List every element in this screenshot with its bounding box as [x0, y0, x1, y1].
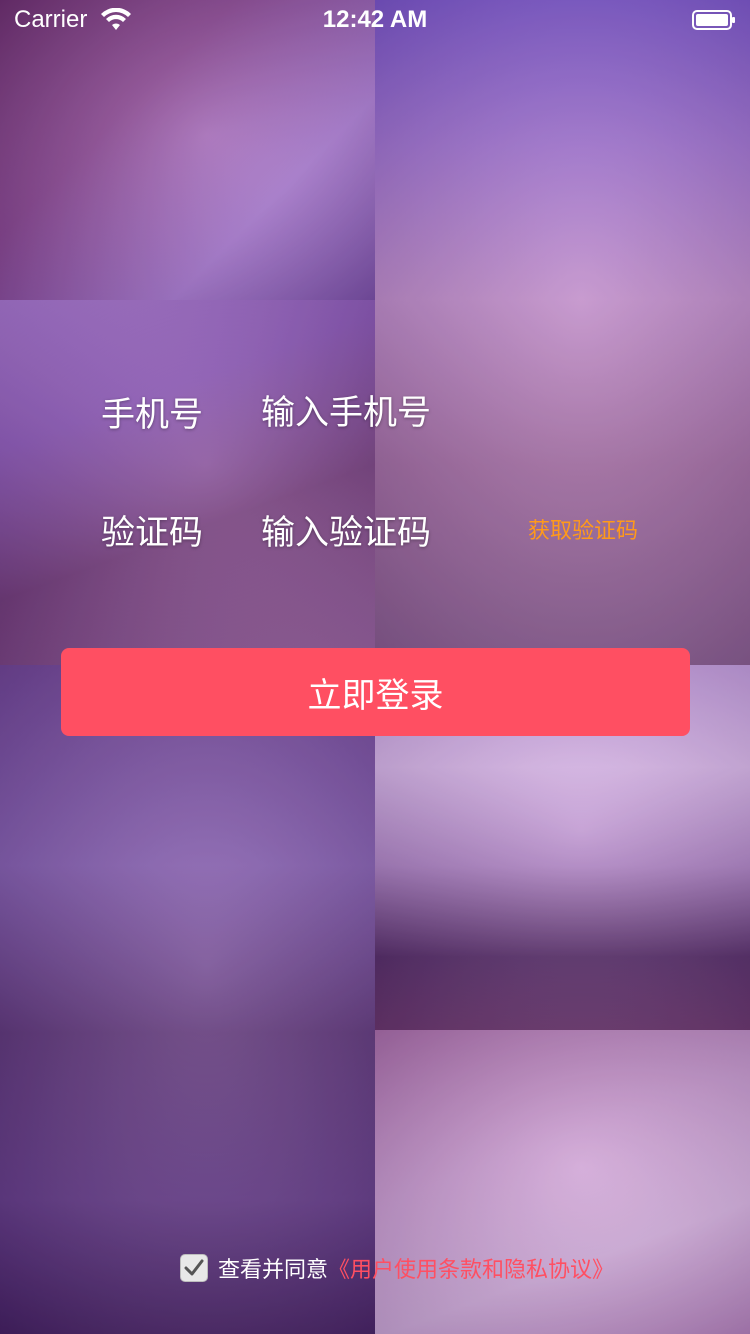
get-verification-code-button[interactable]: 获取验证码: [528, 513, 638, 545]
status-bar: Carrier 12:42 AM: [0, 0, 750, 40]
clock: 12:42 AM: [322, 6, 428, 33]
background-photo-1: [0, 0, 375, 300]
terms-privacy-link[interactable]: 《用户使用条款和隐私协议》: [328, 1252, 614, 1284]
background-photo-6: [375, 1030, 750, 1334]
battery-icon: [692, 10, 735, 30]
login-button[interactable]: 立即登录: [61, 648, 690, 736]
phone-input[interactable]: 输入手机号: [261, 385, 521, 434]
checkmark-icon: [184, 1259, 204, 1276]
agreement-text: 查看并同意: [218, 1258, 329, 1283]
background-photo-4: [0, 665, 375, 1334]
background-photo-2: [375, 0, 750, 665]
phone-label: 手机号: [101, 395, 203, 435]
agreement-row: 查看并同意 《用户使用条款和隐私协议》: [180, 1251, 614, 1285]
background-photo-3: [0, 300, 375, 665]
verification-code-label: 验证码: [101, 513, 203, 553]
verification-code-input[interactable]: 输入验证码: [261, 505, 501, 554]
agreement-checkbox[interactable]: [180, 1254, 208, 1282]
